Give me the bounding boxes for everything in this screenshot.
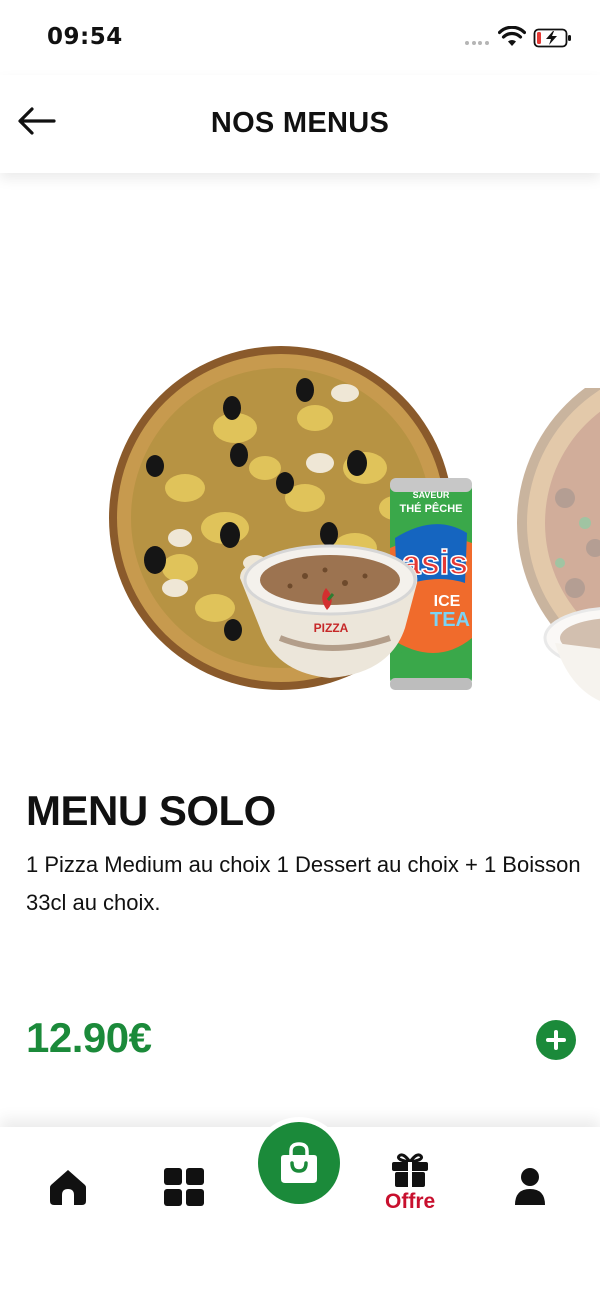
menu-carousel[interactable]: SAVEUR THÉ PÊCHE asis ICE TEA PIZZA [0, 173, 600, 733]
nav-cart-button[interactable] [253, 1117, 345, 1209]
wifi-icon [498, 26, 526, 46]
product-description: 1 Pizza Medium au choix 1 Dessert au cho… [26, 852, 581, 915]
app-header: NOS MENUS [0, 75, 600, 173]
battery-charging-icon [533, 28, 571, 48]
shopping-bag-icon [281, 1142, 317, 1183]
can-ice: ICE [434, 593, 461, 610]
next-menu-image-slide[interactable] [515, 388, 600, 718]
product-name: MENU SOLO [26, 787, 276, 834]
nav-home[interactable] [48, 1167, 88, 1207]
can-tea: TEA [430, 609, 470, 631]
can-flavor-line2: THÉ PÊCHE [400, 502, 463, 515]
gift-icon [392, 1153, 429, 1187]
home-icon [50, 1170, 86, 1205]
add-to-cart-button[interactable] [536, 1020, 576, 1060]
can-flavor-line1: SAVEUR [413, 490, 450, 500]
price-row: 12.90€ [26, 1012, 576, 1068]
cellular-signal-icon [465, 41, 491, 45]
plus-icon [546, 1030, 566, 1050]
status-time: 09:54 [47, 24, 123, 50]
bottom-navigation: Offre [0, 1117, 600, 1299]
user-icon [515, 1168, 545, 1205]
nav-profile[interactable] [513, 1167, 547, 1207]
page-title: NOS MENUS [210, 107, 390, 139]
nav-offer-label: Offre [385, 1190, 436, 1213]
product-price: 12.90€ [26, 1014, 152, 1061]
grid-icon [164, 1168, 204, 1206]
cart-button-circle [258, 1122, 340, 1204]
menu-image-slide: SAVEUR THÉ PÊCHE asis ICE TEA PIZZA [109, 346, 472, 690]
nav-offer[interactable]: Offre [385, 1152, 435, 1214]
status-bar: 09:54 [0, 0, 600, 75]
nav-categories[interactable] [163, 1167, 205, 1207]
cup-label: PIZZA [314, 621, 349, 635]
